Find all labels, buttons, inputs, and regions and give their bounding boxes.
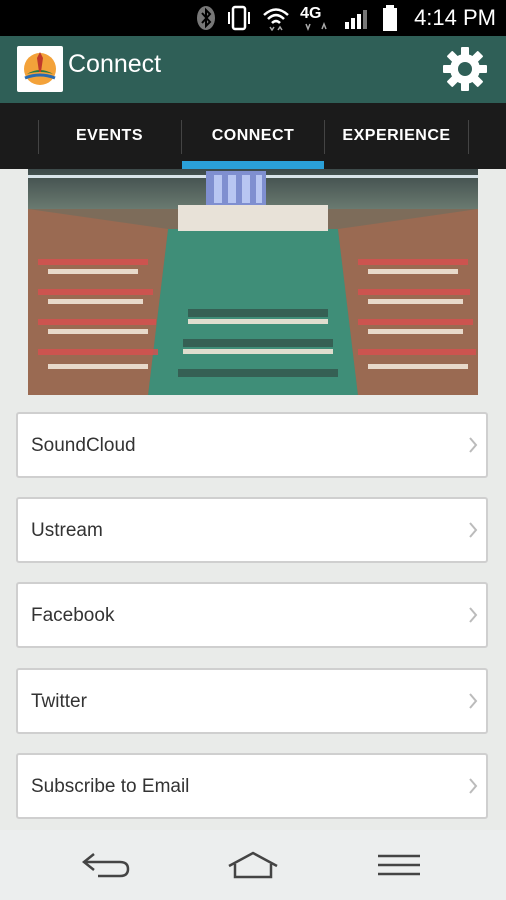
wifi-icon (263, 8, 289, 31)
tab-connect[interactable]: CONNECT (182, 103, 324, 169)
tab-label: EVENTS (75, 127, 143, 144)
tab-bar: EVENTS CONNECT EXPERIENCE (0, 103, 506, 169)
list-item-subscribe-email[interactable]: Subscribe to Email (16, 753, 488, 819)
list-item-label: Ustream (31, 520, 103, 541)
chevron-right-icon (469, 522, 478, 538)
list-item-label: Twitter (31, 691, 87, 712)
tab-divider (468, 120, 469, 154)
chevron-right-icon (469, 607, 478, 623)
battery-icon (383, 5, 398, 31)
system-nav-bar (0, 830, 506, 900)
bluetooth-icon (197, 6, 216, 30)
back-button[interactable] (78, 848, 134, 882)
tab-label: EXPERIENCE (342, 127, 451, 144)
tab-label: CONNECT (211, 127, 295, 144)
page-title: Connect (68, 50, 162, 78)
tab-events[interactable]: EVENTS (38, 103, 181, 169)
back-icon (81, 853, 130, 878)
home-icon (228, 851, 278, 879)
church-sanctuary-photo (28, 169, 478, 395)
lte-icon: 4G (300, 5, 334, 31)
status-icons: 4G 4:14 PM (196, 0, 496, 36)
status-time: 4:14 PM (414, 5, 496, 30)
menu-icon (378, 854, 420, 876)
chevron-right-icon (469, 693, 478, 709)
app-bar: Connect (0, 36, 506, 103)
gear-icon (443, 47, 487, 91)
list-item-facebook[interactable]: Facebook (16, 582, 488, 648)
signal-icon (345, 10, 368, 29)
list-item-twitter[interactable]: Twitter (16, 668, 488, 734)
chevron-right-icon (469, 778, 478, 794)
tab-indicator (182, 161, 324, 169)
tab-experience[interactable]: EXPERIENCE (325, 103, 468, 169)
list-item-label: Subscribe to Email (31, 776, 190, 797)
vibrate-icon (228, 5, 251, 31)
menu-button[interactable] (374, 848, 424, 882)
home-button[interactable] (224, 848, 282, 882)
list-item-ustream[interactable]: Ustream (16, 497, 488, 563)
status-bar: 4G 4:14 PM (0, 0, 506, 36)
church-logo-icon (17, 46, 63, 92)
list-item-soundcloud[interactable]: SoundCloud (16, 412, 488, 478)
settings-button[interactable] (440, 44, 490, 94)
chevron-right-icon (469, 437, 478, 453)
list-item-label: SoundCloud (31, 435, 136, 456)
list-item-label: Facebook (31, 605, 115, 626)
